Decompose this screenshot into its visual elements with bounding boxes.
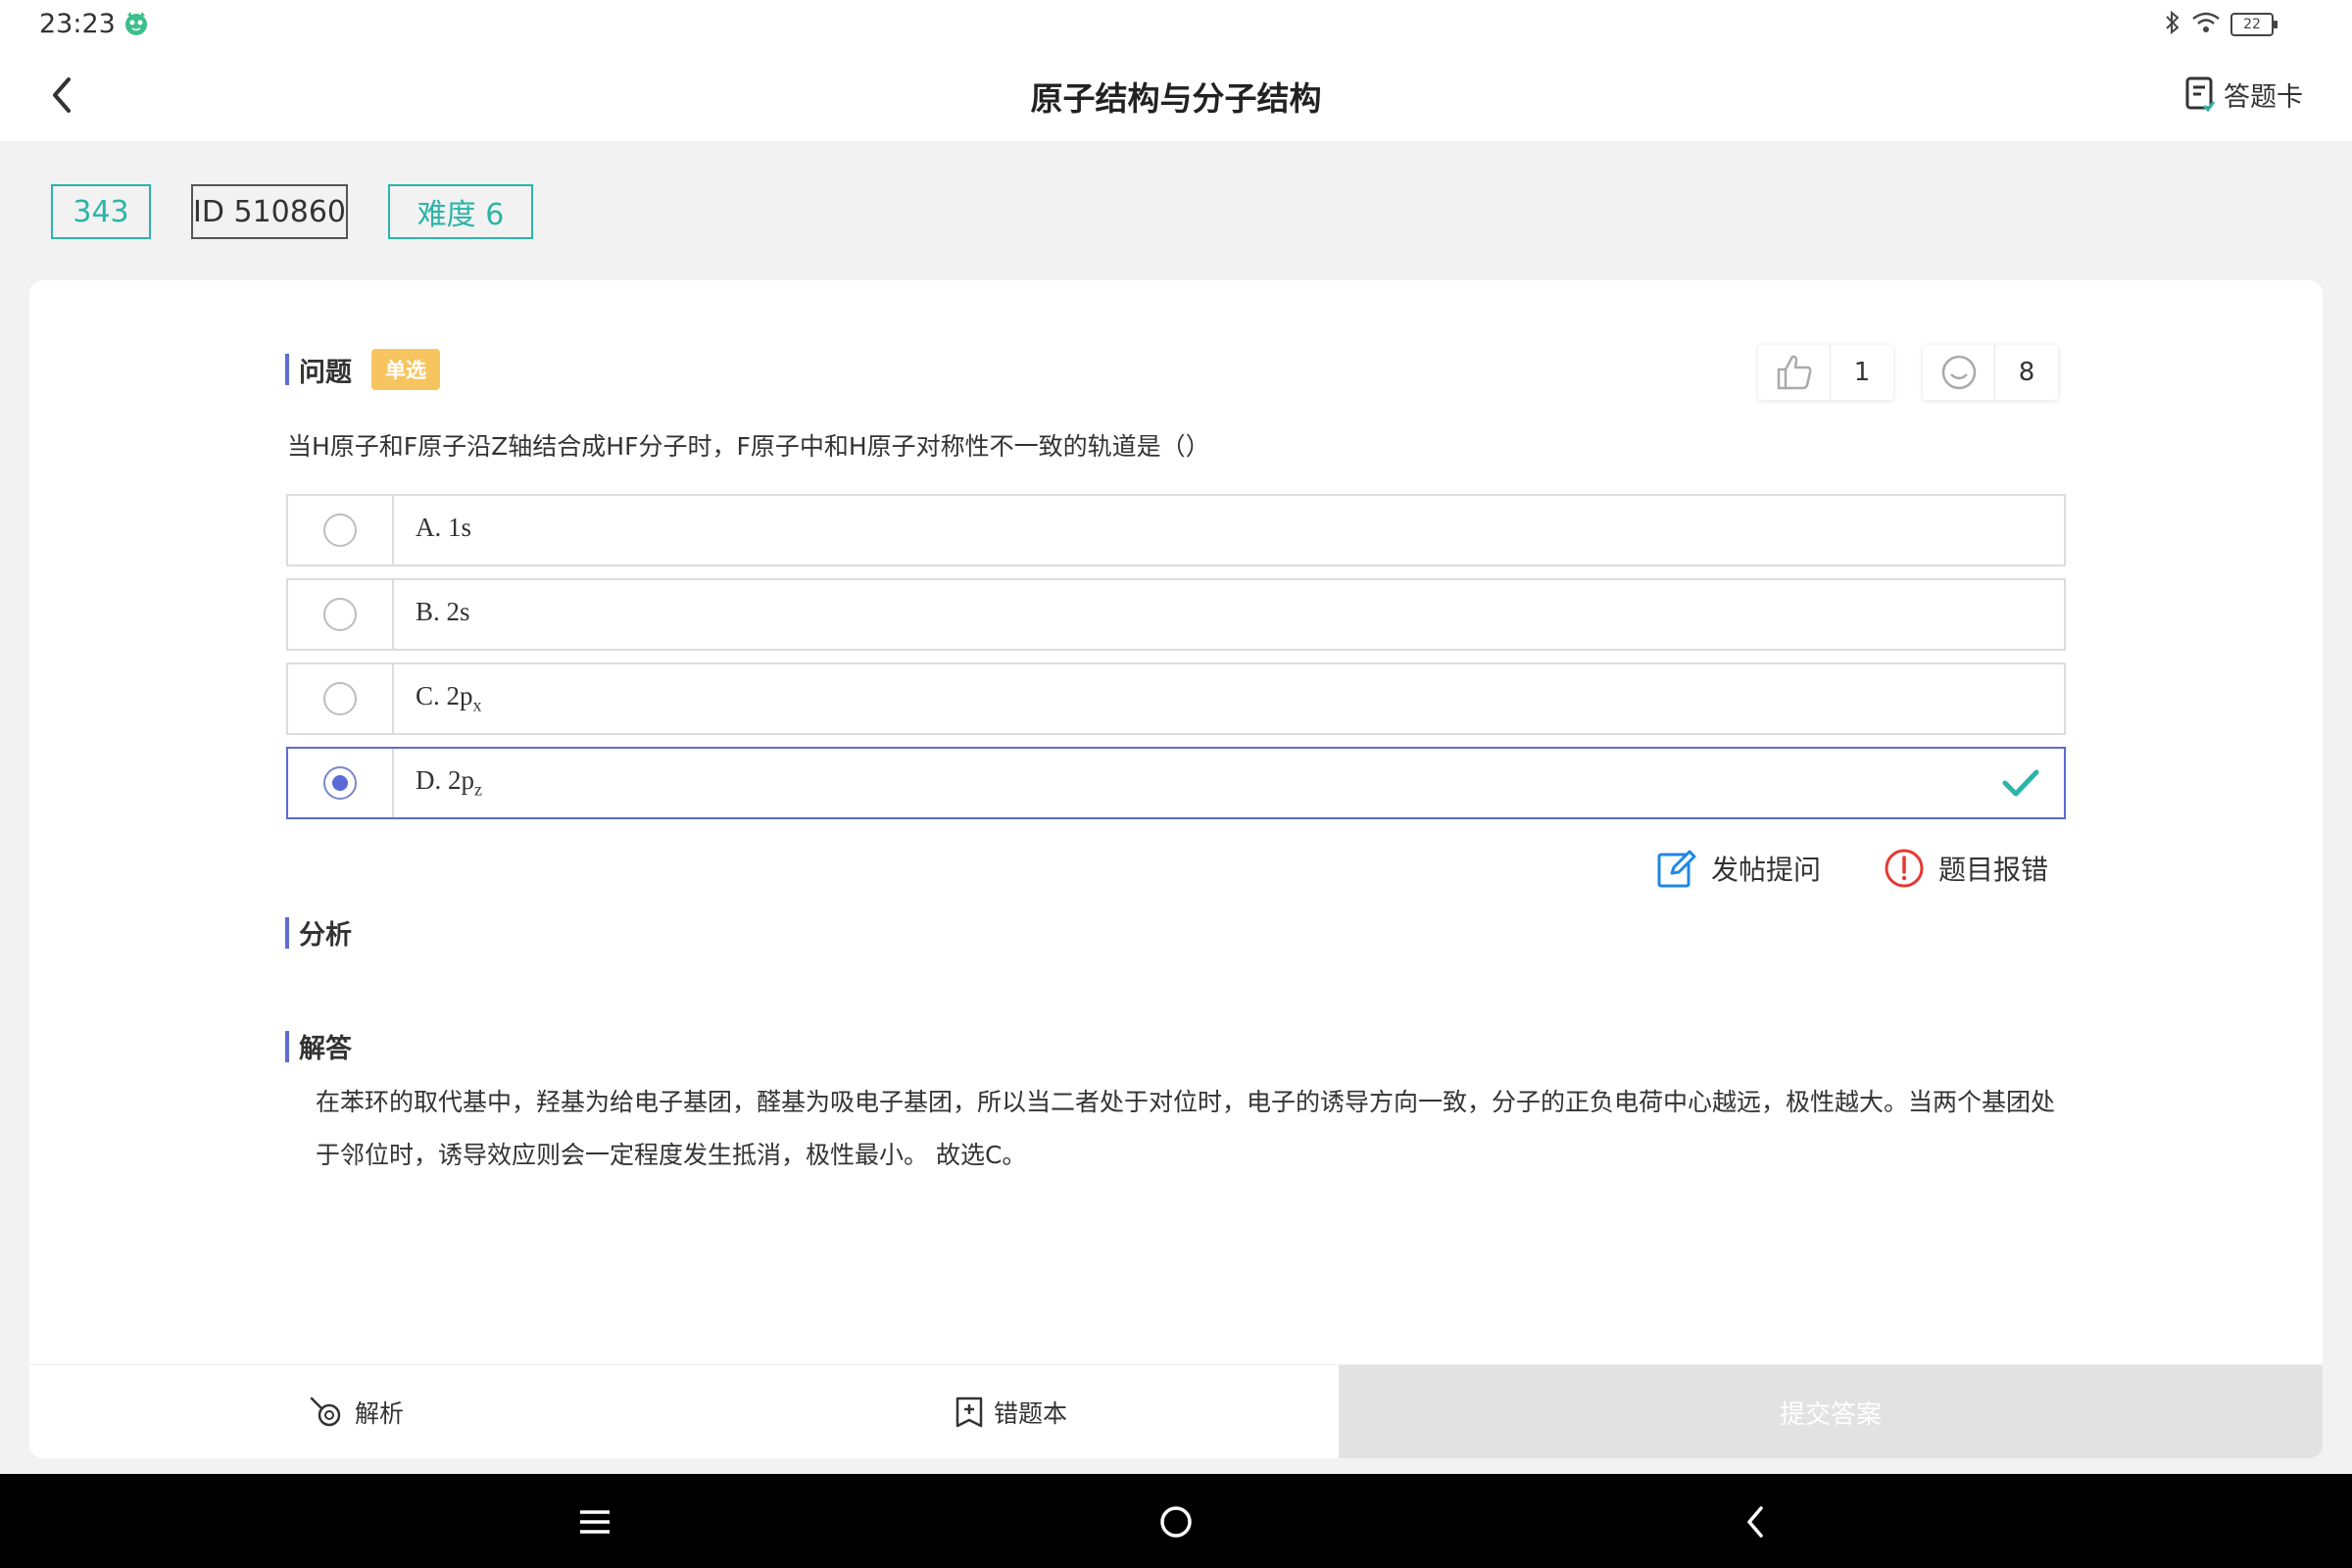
app-header: 原子结构与分子结构 答题卡 <box>0 49 2352 141</box>
answer-section-title: 解答 <box>299 1034 352 1064</box>
option-c[interactable]: C. 2px <box>286 662 2066 735</box>
report-error-button[interactable]: 题目报错 <box>1884 845 2048 892</box>
system-nav-bar <box>0 1474 2352 1568</box>
status-bar: 23:23 22 <box>0 0 2352 49</box>
home-circle-icon <box>1160 1506 1192 1538</box>
thumbs-up-icon <box>1758 345 1831 400</box>
submit-answer-button[interactable]: 提交答案 <box>1339 1365 2323 1458</box>
battery-icon: 22 <box>2230 13 2278 36</box>
question-section-header: 问题 单选 <box>285 349 440 390</box>
wifi-icon <box>2191 11 2221 38</box>
like-count: 1 <box>1853 358 1871 387</box>
difficulty-tag: 难度 6 <box>388 184 533 239</box>
option-radio-cell <box>288 749 394 817</box>
option-label: B. 2s <box>416 597 470 627</box>
radio-button[interactable] <box>323 682 357 715</box>
analysis-section-header: 分析 <box>285 913 352 952</box>
analysis-section-title: 分析 <box>299 920 352 951</box>
radio-button[interactable] <box>323 598 357 631</box>
page-title: 原子结构与分子结构 <box>1030 79 1322 118</box>
section-marker <box>285 1030 289 1062</box>
status-time: 23:23 <box>39 9 116 39</box>
bookmark-plus-icon <box>956 1396 983 1428</box>
exclamation-circle-icon <box>1885 849 1924 888</box>
comment-count: 8 <box>2018 358 2035 387</box>
question-card: 问题 单选 1 8 当H原子和F原子沿Z轴结合成HF分子时，F原子中和H原子对称… <box>29 280 2323 1458</box>
question-number-tag: 343 <box>51 184 151 239</box>
radio-button-selected[interactable] <box>323 766 357 800</box>
bluetooth-icon <box>2164 10 2181 39</box>
question-text: 当H原子和F原子沿Z轴结合成HF分子时，F原子中和H原子对称性不一致的轨道是（） <box>287 432 1210 461</box>
checkmark-icon <box>2001 766 2040 804</box>
comment-button[interactable]: 8 <box>1923 345 2058 400</box>
analysis-label: 解析 <box>355 1399 405 1428</box>
post-question-label: 发帖提问 <box>1711 854 1822 886</box>
wrongbook-label: 错题本 <box>994 1399 1068 1428</box>
option-d[interactable]: D. 2pz <box>286 747 2066 819</box>
edit-icon <box>1657 850 1696 888</box>
answer-card-button[interactable]: 答题卡 <box>2184 74 2303 114</box>
nav-menu-button[interactable] <box>570 1497 619 1546</box>
post-question-button[interactable]: 发帖提问 <box>1656 845 1821 892</box>
answer-text: 在苯环的取代基中，羟基为给电子基团，醛基为吸电子基团，所以当二者处于对位时，电子… <box>316 1088 2056 1169</box>
radio-button[interactable] <box>323 514 357 547</box>
option-a[interactable]: A. 1s <box>286 494 2066 566</box>
menu-icon <box>580 1510 610 1534</box>
option-label: C. 2px <box>416 681 482 715</box>
question-id-tag: ID 510860 <box>191 184 348 239</box>
app-mascot-icon <box>122 10 151 37</box>
option-radio-cell <box>288 496 394 564</box>
status-icons: 22 <box>2164 10 2278 39</box>
question-section-title: 问题 <box>299 357 352 388</box>
wrongbook-button[interactable]: 错题本 <box>955 1365 1067 1458</box>
answer-card-label: 答题卡 <box>2224 81 2303 113</box>
answer-card-icon <box>2185 76 2216 112</box>
nav-home-button[interactable] <box>1152 1497 1200 1546</box>
magnifier-icon <box>310 1396 341 1427</box>
section-marker <box>285 354 289 385</box>
answer-section-header: 解答 <box>285 1027 352 1065</box>
like-button[interactable]: 1 <box>1758 345 1893 400</box>
smiley-icon <box>1923 345 1995 400</box>
question-type-badge: 单选 <box>371 349 440 390</box>
option-radio-cell <box>288 664 394 733</box>
analysis-button[interactable]: 解析 <box>308 1365 404 1458</box>
report-error-label: 题目报错 <box>1938 854 2049 886</box>
nav-back-icon <box>1747 1506 1763 1538</box>
option-label: A. 1s <box>416 513 472 543</box>
option-b[interactable]: B. 2s <box>286 578 2066 651</box>
bottom-action-bar: 解析 错题本 提交答案 <box>29 1364 2323 1458</box>
option-label: D. 2pz <box>416 765 482 800</box>
nav-back-button[interactable] <box>1731 1497 1780 1546</box>
option-radio-cell <box>288 580 394 649</box>
section-marker <box>285 916 289 949</box>
